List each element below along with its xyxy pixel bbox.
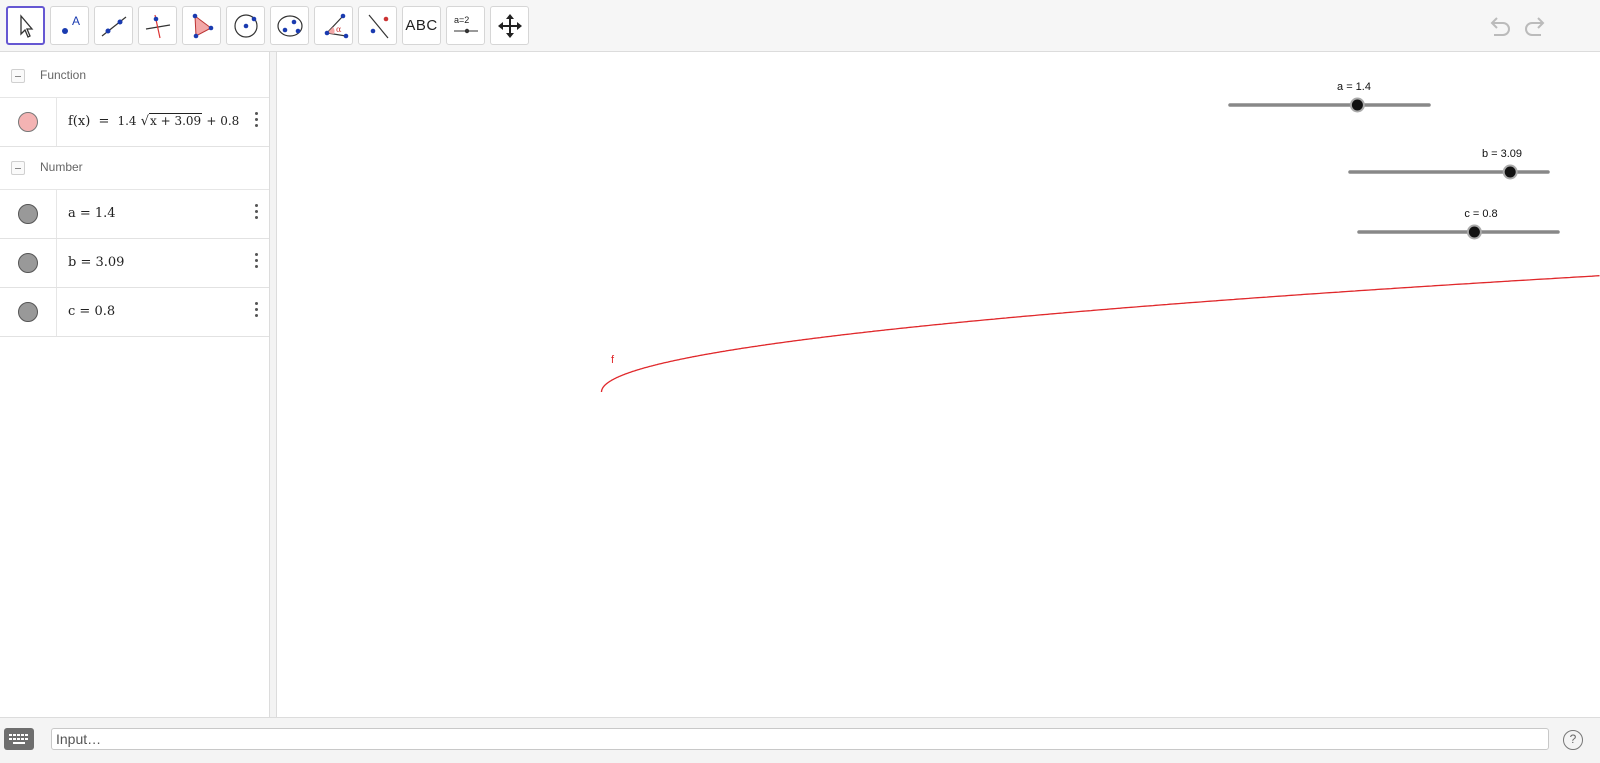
point-tool[interactable]: A — [50, 6, 89, 45]
slider-handle[interactable] — [1349, 97, 1365, 113]
graphics-view[interactable]: f a = 1.4 b = 3.09 c = 0.8 — [277, 52, 1600, 717]
svg-text:A: A — [72, 14, 80, 28]
line-tool[interactable] — [94, 6, 133, 45]
reflect-about-line-icon — [368, 14, 388, 38]
marble-column — [0, 190, 57, 238]
slider-handle[interactable] — [1502, 164, 1518, 180]
angle-icon: α — [324, 13, 348, 38]
radicand: x + 3.09 — [149, 113, 203, 128]
equals-sign: = — [98, 114, 110, 129]
slider-icon: a=2 — [453, 15, 478, 33]
text-tool[interactable]: ABC — [402, 6, 441, 45]
help-icon: ? — [1569, 732, 1577, 746]
angle-tool[interactable]: α — [314, 6, 353, 45]
collapse-function-group-button[interactable] — [11, 69, 25, 83]
move-graphics-view-tool[interactable] — [490, 6, 529, 45]
reflect-tool[interactable] — [358, 6, 397, 45]
function-curve-f[interactable] — [600, 275, 1600, 392]
slider-c[interactable]: c = 0.8 — [1357, 208, 1560, 240]
number-definition[interactable]: b = 3.09 — [68, 255, 124, 270]
slider-a[interactable]: a = 1.4 — [1228, 81, 1431, 113]
slider-label: c = 0.8 — [1464, 208, 1497, 220]
more-options-icon[interactable] — [253, 302, 259, 322]
graphics-canvas[interactable]: f a = 1.4 b = 3.09 c = 0.8 — [277, 52, 1600, 717]
perpendicular-line-icon — [145, 14, 170, 38]
collapse-number-group-button[interactable] — [11, 161, 25, 175]
polygon-tool[interactable] — [182, 6, 221, 45]
redo-icon — [1525, 17, 1545, 36]
input-bar: ? — [0, 717, 1600, 763]
sqrt-radical: √x + 3.09 — [140, 113, 203, 129]
curve-label-f[interactable]: f — [611, 354, 615, 366]
marble-column — [0, 239, 57, 287]
arrow-cursor-icon — [19, 13, 33, 38]
algebra-row-f[interactable]: f(x) = 1.4 √x + 3.09 + 0.8 — [0, 98, 269, 147]
group-header-number: Number — [0, 144, 269, 190]
algebra-row-c[interactable]: c = 0.8 — [0, 288, 269, 337]
visibility-marble-b[interactable] — [18, 253, 38, 273]
function-definition[interactable]: f(x) = 1.4 √x + 3.09 + 0.8 — [68, 113, 240, 129]
slider-b[interactable]: b = 3.09 — [1348, 148, 1550, 180]
line-through-two-points-icon — [101, 16, 126, 36]
keyboard-icon — [9, 734, 28, 744]
algebra-row-a[interactable]: a = 1.4 — [0, 190, 269, 239]
algebra-view: Function f(x) = 1.4 √x + 3.09 + 0.8 Numb… — [0, 52, 269, 717]
algebra-row-b[interactable]: b = 3.09 — [0, 239, 269, 288]
more-options-icon[interactable] — [253, 112, 259, 132]
slider-tool[interactable]: a=2 — [446, 6, 485, 45]
circle-center-point-tool[interactable] — [226, 6, 265, 45]
group-label: Number — [40, 160, 83, 174]
circle-center-icon — [233, 13, 258, 38]
undo-button[interactable] — [1484, 12, 1514, 42]
polygon-icon — [192, 13, 213, 38]
marble-column — [0, 98, 57, 146]
slider-label: a = 1.4 — [1337, 81, 1371, 93]
group-label: Function — [40, 68, 87, 82]
number-definition[interactable]: c = 0.8 — [68, 304, 115, 319]
slider-label: b = 3.09 — [1482, 148, 1522, 160]
function-lhs: f(x) — [68, 114, 91, 129]
marble-column — [0, 288, 57, 336]
svg-text:α: α — [336, 25, 342, 34]
perpendicular-line-tool[interactable] — [138, 6, 177, 45]
move-tool[interactable] — [6, 6, 45, 45]
undo-icon — [1490, 17, 1510, 36]
more-options-icon[interactable] — [253, 253, 259, 273]
panel-resize-handle[interactable] — [269, 52, 277, 717]
ellipse-icon — [276, 14, 303, 37]
keyboard-button[interactable] — [4, 728, 34, 750]
text-icon: ABC — [405, 17, 438, 34]
redo-button[interactable] — [1521, 12, 1551, 42]
number-definition[interactable]: a = 1.4 — [68, 206, 116, 221]
move-arrows-icon — [497, 13, 522, 38]
ellipse-tool[interactable] — [270, 6, 309, 45]
function-constant: + 0.8 — [206, 114, 240, 128]
function-coefficient: 1.4 — [117, 114, 137, 128]
visibility-marble-a[interactable] — [18, 204, 38, 224]
group-header-function: Function — [0, 52, 269, 98]
more-options-icon[interactable] — [253, 204, 259, 224]
input-field[interactable] — [51, 728, 1549, 750]
slider-handle[interactable] — [1466, 224, 1482, 240]
svg-text:a=2: a=2 — [454, 15, 469, 25]
visibility-marble-c[interactable] — [18, 302, 38, 322]
help-button[interactable]: ? — [1563, 730, 1583, 750]
toolbar: A α ABC a=2 — [0, 0, 1600, 52]
point-icon: A — [61, 14, 80, 34]
visibility-marble-f[interactable] — [18, 112, 38, 132]
